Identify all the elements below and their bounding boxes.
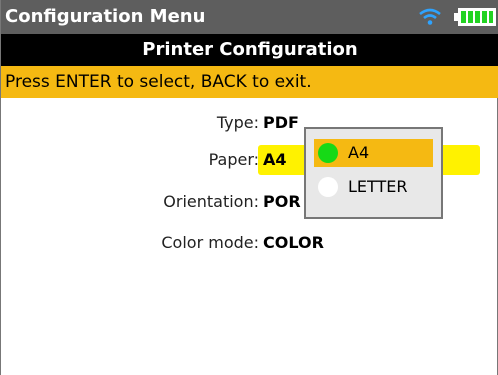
device-screen: Configuration Menu Printer Configuration… (0, 0, 498, 375)
option-letter[interactable]: LETTER (314, 173, 433, 201)
instruction-text: Press ENTER to select, BACK to exit. (5, 72, 312, 92)
setting-label: Paper: (208, 150, 259, 169)
wifi-icon (419, 8, 441, 25)
page-header: Printer Configuration (1, 34, 498, 66)
page-title: Printer Configuration (142, 39, 358, 60)
window-title: Configuration Menu (5, 6, 206, 27)
setting-label: Orientation: (163, 192, 259, 211)
paper-options-popup: A4 LETTER (304, 127, 443, 219)
option-label: A4 (348, 143, 370, 162)
instruction-banner: Press ENTER to select, BACK to exit. (1, 66, 498, 98)
battery-full-icon (454, 8, 496, 26)
radio-selected-icon (318, 143, 338, 163)
setting-value: POR (263, 192, 301, 211)
status-bar: Configuration Menu (1, 0, 498, 34)
setting-label: Color mode: (161, 233, 259, 252)
setting-label: Type: (216, 113, 259, 132)
setting-value: PDF (263, 113, 299, 132)
option-a4[interactable]: A4 (314, 139, 433, 167)
option-label: LETTER (348, 177, 408, 196)
setting-value: A4 (263, 150, 287, 169)
radio-unselected-icon (318, 177, 338, 197)
setting-value: COLOR (263, 233, 324, 252)
setting-row-color-mode[interactable]: Color mode: COLOR (1, 228, 498, 258)
